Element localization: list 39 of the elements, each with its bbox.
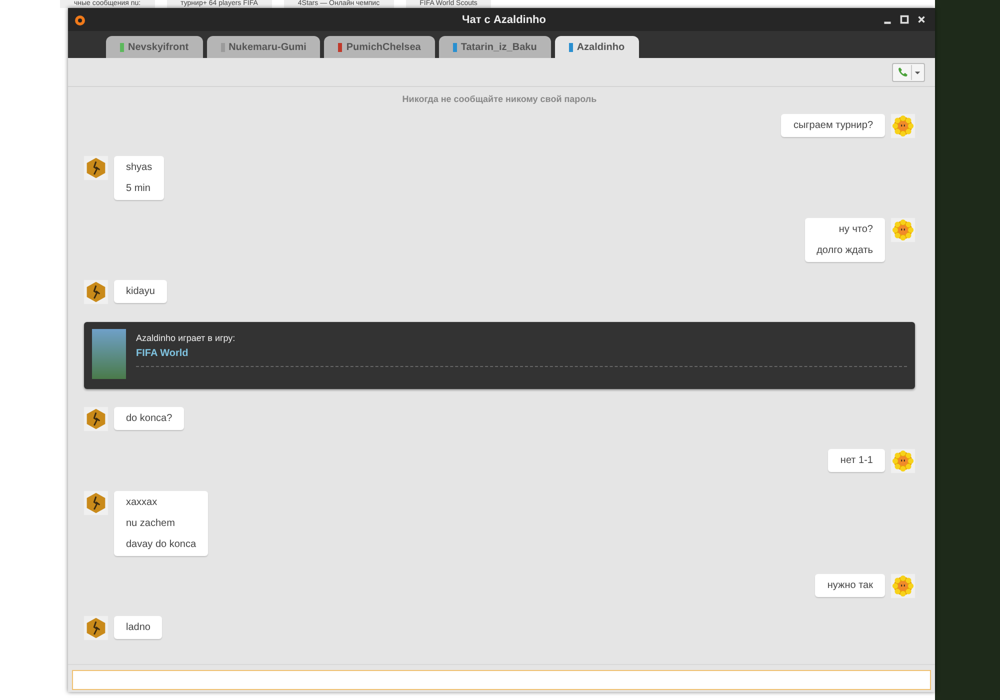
message-text: ну что?	[838, 223, 873, 237]
message-text: shyas	[126, 161, 152, 175]
user-avatar	[84, 491, 108, 515]
window-title: Чат с Azaldinho	[460, 14, 547, 26]
message-text: нет 1-1	[840, 454, 873, 468]
app-logo-icon	[74, 14, 86, 26]
user-avatar	[891, 449, 915, 473]
message-text: kidayu	[126, 285, 155, 299]
user-avatar	[84, 616, 108, 640]
message-text: нужно так	[827, 579, 873, 593]
user-avatar	[84, 280, 108, 304]
chat-tab[interactable]: PumichChelsea	[324, 36, 435, 58]
chat-tab[interactable]: Tatarin_iz_Baku	[438, 36, 551, 58]
phone-icon	[897, 66, 909, 78]
user-avatar	[891, 218, 915, 242]
user-avatar	[891, 114, 915, 138]
message-input[interactable]	[72, 670, 931, 690]
user-avatar	[891, 574, 915, 598]
status-text: Azaldinho играет в игру:	[136, 333, 236, 343]
message-text: nu zachem	[126, 517, 176, 531]
message-text: ladno	[126, 621, 150, 635]
message-text: долго ждать	[816, 244, 873, 258]
user-avatar	[84, 407, 108, 431]
maximize-icon[interactable]	[899, 14, 910, 25]
game-cover-placeholder	[92, 329, 126, 379]
message-text: davay do konca	[126, 538, 196, 552]
chat-tab[interactable]: Nevskyifront	[106, 36, 203, 58]
call-button[interactable]	[892, 62, 925, 82]
message-text: сыграем турнир?	[793, 119, 873, 133]
message-text: do konca?	[126, 412, 172, 426]
chat-tab[interactable]: Nukemaru-Gumi	[206, 36, 320, 58]
caret-icon	[914, 68, 921, 76]
game-link[interactable]: FIFA World	[136, 348, 188, 359]
notice-text: Никогда не сообщайте никому свой пароль	[401, 94, 598, 104]
close-icon[interactable]	[916, 14, 927, 25]
message-text: 5 min	[126, 182, 152, 196]
user-avatar	[84, 156, 108, 180]
chat-tab[interactable]: Azaldinho	[554, 36, 639, 58]
message-text: xaxxax	[126, 496, 158, 510]
